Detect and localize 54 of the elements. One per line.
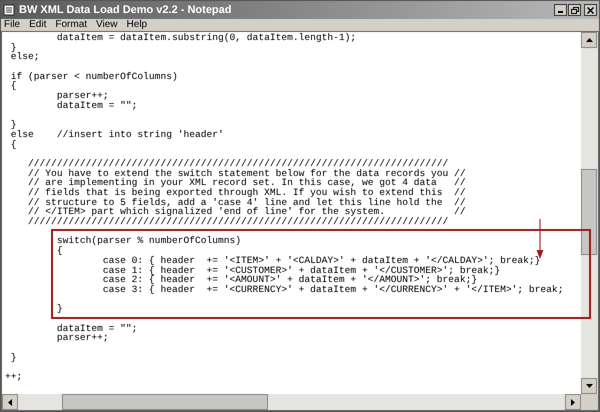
menu-item[interactable]: Help <box>126 19 148 31</box>
left-arrow-icon <box>8 398 12 406</box>
code-line: switch(parser % numberOfColumns) <box>56 235 242 246</box>
menu-item[interactable]: File <box>4 19 20 31</box>
menu-item[interactable]: Edit <box>29 19 46 31</box>
minimize-button[interactable] <box>554 4 567 16</box>
minimize-icon <box>558 11 563 13</box>
code-line: } <box>56 303 63 314</box>
code-line: // You have to extend the switch statement below for the data records you // <box>27 168 466 179</box>
code-line: // fields that is being exported through XML. If you wish to extend this // <box>27 187 466 198</box>
notepad-icon <box>3 4 15 16</box>
horizontal-scrollbar[interactable] <box>2 394 598 410</box>
code-line: { <box>10 80 17 92</box>
code-line: // structure to 5 fields, add a 'case 4' line and let this line hold the // <box>27 196 466 208</box>
code-line: // are implementing in your XML record set. In this case, we got 4 data // <box>27 177 466 188</box>
right-arrow-icon <box>571 398 575 406</box>
scrollbar-corner <box>581 394 598 410</box>
code-line: } <box>10 352 17 363</box>
menu-item[interactable]: Format <box>55 19 88 31</box>
vertical-scrollbar[interactable] <box>581 32 598 394</box>
code-line: case 2: { header += '<AMOUNT>' + dataItem + '</AMOUNT>'; break;} <box>102 274 478 286</box>
scrollbar-thumb[interactable] <box>581 169 597 255</box>
code-line: { <box>10 138 17 150</box>
code-line: dataItem = dataItem.substring(0, dataItem.length-1); <box>56 32 356 43</box>
scroll-left-button[interactable] <box>2 394 18 410</box>
code-line: else; <box>10 51 40 62</box>
code-line: case 3: { header += '<CURRENCY>' + dataItem + '</CURRENCY>' + '</ITEM>'; break; <box>102 284 564 295</box>
code-line: case 1: { header += '<CUSTOMER>' + dataItem + '</CUSTOMER>'; break;} <box>102 264 500 276</box>
code-line: { <box>56 245 63 256</box>
menu-item[interactable]: View <box>96 19 118 31</box>
code-line: dataItem = ""; <box>56 322 138 334</box>
scroll-right-button[interactable] <box>565 394 581 410</box>
down-arrow-icon <box>586 384 592 388</box>
up-arrow-icon <box>586 38 592 42</box>
code-line: } <box>10 42 17 53</box>
scroll-up-button[interactable] <box>581 32 597 48</box>
scrollbar-thumb[interactable] <box>62 394 268 410</box>
code-line: parser++; <box>56 332 109 344</box>
code-line: } <box>10 119 17 130</box>
code-line: case 0: { header += '<ITEM>' + '<CALDAY>' + dataItem + '</CALDAY>'; break;} <box>102 254 540 266</box>
code-line: else //insert into string 'header' <box>10 128 224 140</box>
close-icon <box>587 6 594 14</box>
scroll-down-button[interactable] <box>581 378 597 394</box>
restore-icon <box>570 6 578 14</box>
code-line: dataItem = ""; <box>56 100 138 111</box>
code-line: ///////////////////////////////////////////////////////////////////////// <box>27 216 448 228</box>
window-title: BW XML Data Load Demo v2.2 - Notepad <box>19 2 232 18</box>
close-button[interactable] <box>584 4 597 16</box>
code-line: // </ITEM> part which signalized 'end of line' for the system. // <box>27 206 466 218</box>
code-line: if (parser < numberOfColumns) <box>10 70 178 82</box>
code-line: parser++; <box>56 90 109 102</box>
code-line: ++; <box>5 371 22 382</box>
code-line: ///////////////////////////////////////////////////////////////////////// <box>27 158 448 169</box>
restore-button[interactable] <box>568 4 581 16</box>
